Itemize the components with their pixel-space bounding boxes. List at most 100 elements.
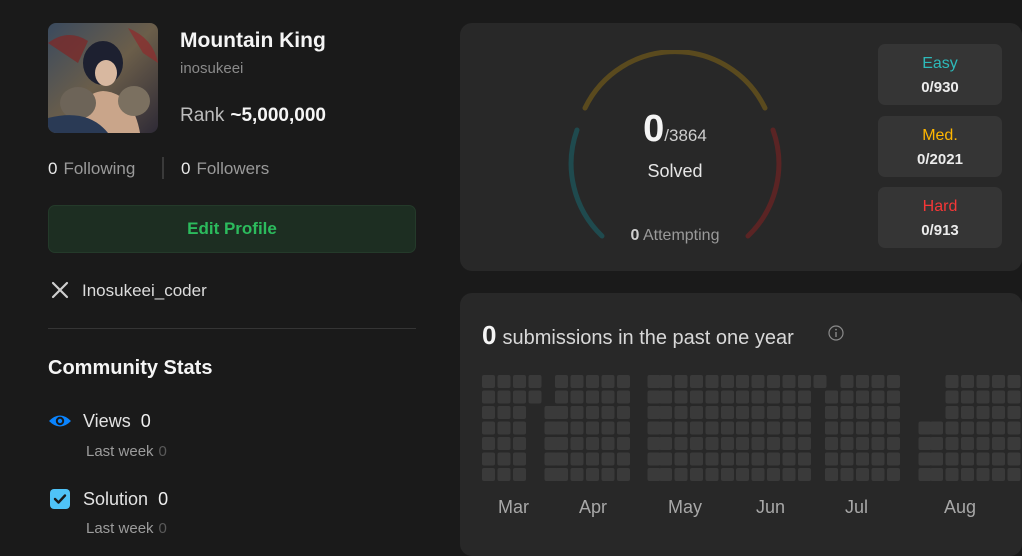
heatmap-cell[interactable] bbox=[840, 375, 854, 388]
heatmap-cell[interactable] bbox=[825, 406, 838, 419]
heatmap-cell[interactable] bbox=[825, 421, 838, 435]
heatmap-cell[interactable] bbox=[482, 375, 495, 388]
heatmap-cell[interactable] bbox=[674, 375, 688, 388]
heatmap-cell[interactable] bbox=[586, 421, 599, 435]
heatmap-cell[interactable] bbox=[736, 468, 749, 481]
heatmap-cell[interactable] bbox=[751, 421, 765, 435]
heatmap-cell[interactable] bbox=[497, 452, 511, 466]
following-link[interactable]: 0 Following bbox=[48, 159, 135, 179]
heatmap-cell[interactable] bbox=[497, 421, 511, 435]
heatmap-cell[interactable] bbox=[767, 421, 780, 435]
heatmap-cell[interactable] bbox=[767, 390, 780, 404]
heatmap-cell[interactable] bbox=[992, 421, 1005, 435]
heatmap-cell[interactable] bbox=[674, 468, 688, 481]
heatmap-cell[interactable] bbox=[976, 437, 990, 450]
heatmap-cell[interactable] bbox=[840, 390, 854, 404]
heatmap-cell[interactable] bbox=[570, 452, 584, 466]
heatmap-cell[interactable] bbox=[798, 421, 811, 435]
heatmap-cell[interactable] bbox=[1007, 406, 1021, 419]
heatmap-cell[interactable] bbox=[617, 375, 630, 388]
heatmap-cell[interactable] bbox=[930, 452, 943, 466]
heatmap-cell[interactable] bbox=[976, 406, 990, 419]
heatmap-cell[interactable] bbox=[513, 375, 526, 388]
heatmap-cell[interactable] bbox=[601, 390, 615, 404]
heatmap-cell[interactable] bbox=[736, 421, 749, 435]
heatmap-cell[interactable] bbox=[887, 390, 900, 404]
heatmap-cell[interactable] bbox=[751, 437, 765, 450]
heatmap-cell[interactable] bbox=[617, 406, 630, 419]
heatmap-cell[interactable] bbox=[674, 406, 688, 419]
heatmap-cell[interactable] bbox=[674, 437, 688, 450]
heatmap-cell[interactable] bbox=[782, 452, 796, 466]
heatmap-cell[interactable] bbox=[647, 390, 661, 404]
heatmap-cell[interactable] bbox=[918, 452, 932, 466]
heatmap-cell[interactable] bbox=[647, 468, 661, 481]
heatmap-cell[interactable] bbox=[570, 468, 584, 481]
heatmap-cell[interactable] bbox=[497, 437, 511, 450]
heatmap-cell[interactable] bbox=[690, 390, 703, 404]
heatmap-cell[interactable] bbox=[482, 468, 495, 481]
heatmap-cell[interactable] bbox=[601, 468, 615, 481]
heatmap-cell[interactable] bbox=[513, 452, 526, 466]
heatmap-cell[interactable] bbox=[840, 437, 854, 450]
heatmap-cell[interactable] bbox=[647, 421, 661, 435]
heatmap-cell[interactable] bbox=[497, 406, 511, 419]
heatmap-cell[interactable] bbox=[751, 375, 765, 388]
heatmap-cell[interactable] bbox=[721, 375, 734, 388]
heatmap-cell[interactable] bbox=[659, 390, 672, 404]
heatmap-cell[interactable] bbox=[513, 468, 526, 481]
heatmap-cell[interactable] bbox=[497, 375, 511, 388]
heatmap-cell[interactable] bbox=[690, 452, 703, 466]
heatmap-cell[interactable] bbox=[1007, 468, 1021, 481]
heatmap-cell[interactable] bbox=[601, 406, 615, 419]
heatmap-cell[interactable] bbox=[544, 468, 558, 481]
heatmap-cell[interactable] bbox=[976, 452, 990, 466]
heatmap-cell[interactable] bbox=[544, 452, 558, 466]
heatmap-cell[interactable] bbox=[825, 468, 838, 481]
heatmap-cell[interactable] bbox=[856, 390, 869, 404]
heatmap-cell[interactable] bbox=[751, 468, 765, 481]
heatmap-cell[interactable] bbox=[930, 421, 943, 435]
heatmap-cell[interactable] bbox=[782, 468, 796, 481]
heatmap-cell[interactable] bbox=[544, 421, 558, 435]
heatmap-cell[interactable] bbox=[887, 452, 900, 466]
heatmap-cell[interactable] bbox=[856, 452, 869, 466]
heatmap-cell[interactable] bbox=[736, 406, 749, 419]
avatar[interactable] bbox=[48, 23, 158, 133]
heatmap-cell[interactable] bbox=[871, 390, 885, 404]
heatmap-cell[interactable] bbox=[992, 437, 1005, 450]
heatmap-cell[interactable] bbox=[976, 421, 990, 435]
heatmap-cell[interactable] bbox=[798, 437, 811, 450]
heatmap-cell[interactable] bbox=[856, 375, 869, 388]
heatmap-cell[interactable] bbox=[961, 390, 974, 404]
heatmap-cell[interactable] bbox=[659, 375, 672, 388]
heatmap-cell[interactable] bbox=[1007, 375, 1021, 388]
heatmap-cell[interactable] bbox=[840, 468, 854, 481]
heatmap-cell[interactable] bbox=[705, 375, 719, 388]
info-icon[interactable] bbox=[828, 325, 844, 341]
heatmap-cell[interactable] bbox=[961, 421, 974, 435]
difficulty-medium[interactable]: Med. 0/2021 bbox=[878, 116, 1002, 177]
heatmap-cell[interactable] bbox=[825, 452, 838, 466]
heatmap-cell[interactable] bbox=[721, 468, 734, 481]
heatmap-cell[interactable] bbox=[555, 390, 568, 404]
heatmap-cell[interactable] bbox=[736, 437, 749, 450]
heatmap-cell[interactable] bbox=[856, 468, 869, 481]
heatmap-cell[interactable] bbox=[1007, 421, 1021, 435]
heatmap-cell[interactable] bbox=[825, 437, 838, 450]
heatmap-cell[interactable] bbox=[705, 406, 719, 419]
heatmap-cell[interactable] bbox=[659, 468, 672, 481]
heatmap-cell[interactable] bbox=[586, 452, 599, 466]
heatmap-cell[interactable] bbox=[705, 421, 719, 435]
x-handle-link[interactable]: Inosukeei_coder bbox=[82, 281, 207, 301]
heatmap-cell[interactable] bbox=[586, 375, 599, 388]
heatmap-cell[interactable] bbox=[976, 375, 990, 388]
heatmap-cell[interactable] bbox=[945, 406, 959, 419]
heatmap-cell[interactable] bbox=[482, 421, 495, 435]
heatmap-cell[interactable] bbox=[570, 390, 584, 404]
heatmap-cell[interactable] bbox=[617, 468, 630, 481]
heatmap-cell[interactable] bbox=[647, 375, 661, 388]
heatmap-cell[interactable] bbox=[840, 452, 854, 466]
heatmap-cell[interactable] bbox=[705, 452, 719, 466]
heatmap-cell[interactable] bbox=[976, 468, 990, 481]
